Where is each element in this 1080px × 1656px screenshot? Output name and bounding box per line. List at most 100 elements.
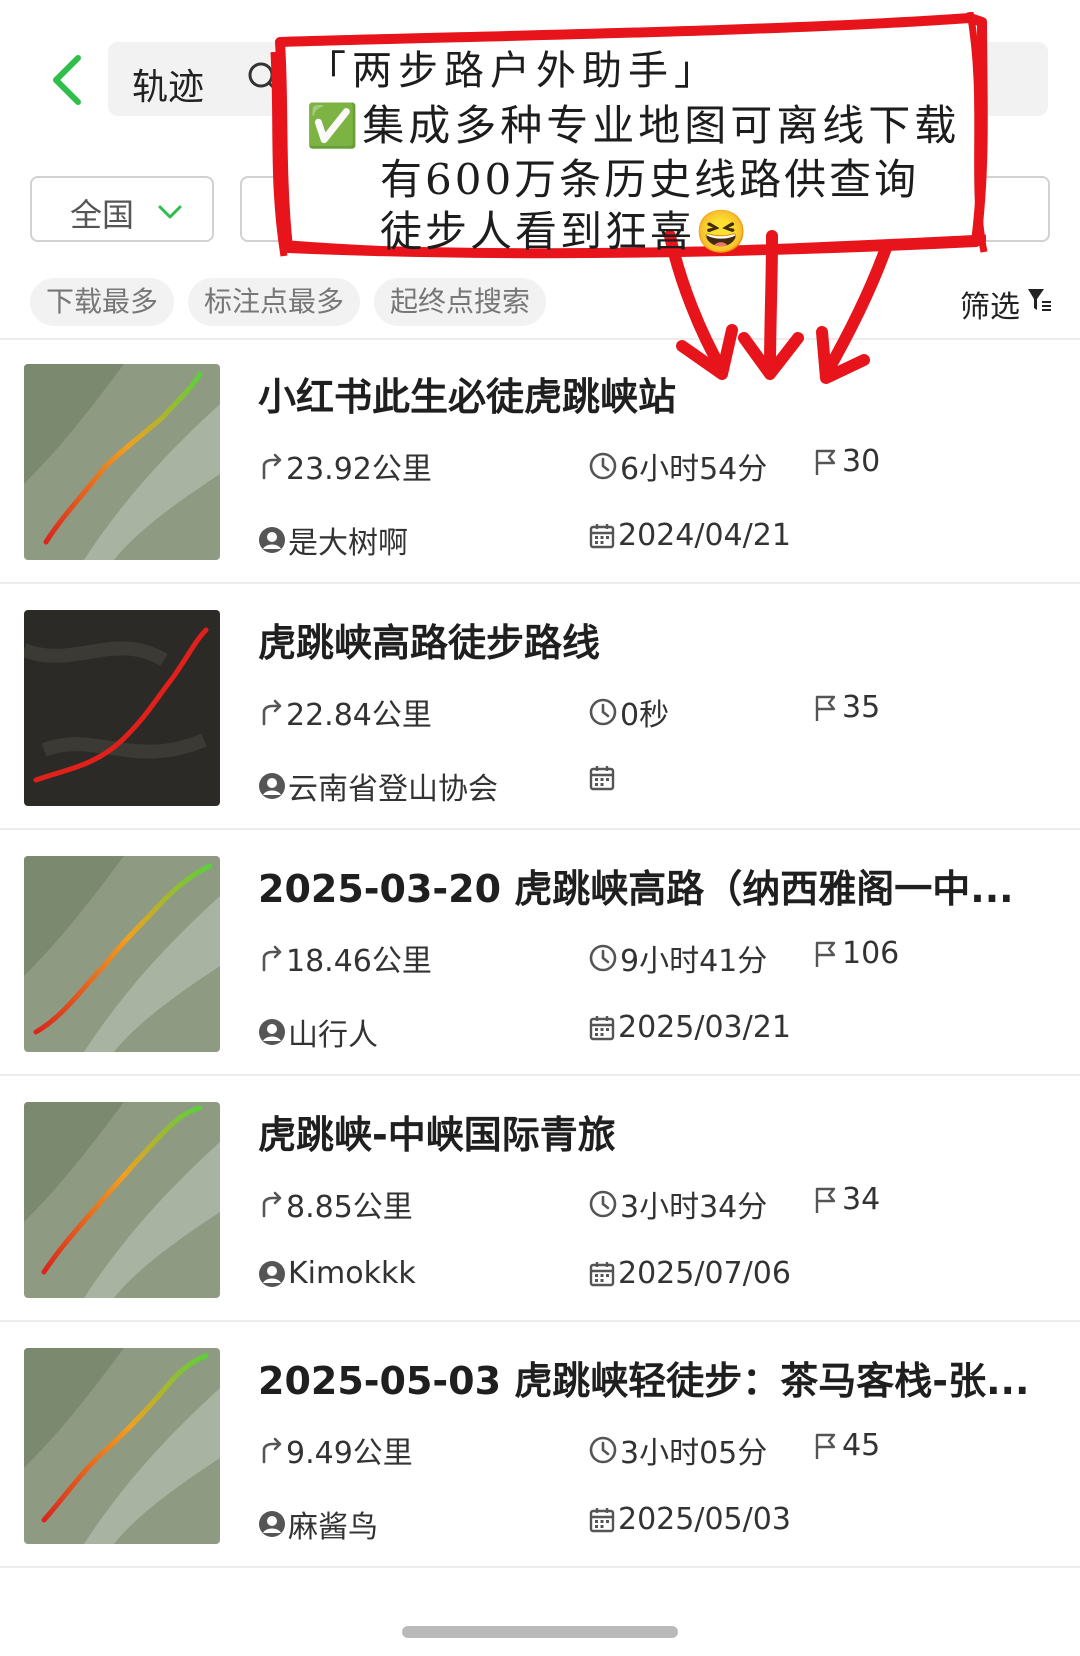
calendar-icon xyxy=(589,766,615,791)
track-duration: 3小时34分 xyxy=(588,1182,767,1226)
calendar-icon xyxy=(589,1507,615,1532)
track-markers: 45 xyxy=(812,1428,880,1463)
user-icon xyxy=(259,1511,285,1537)
track-list-item[interactable]: 虎跳峡高路徒步路线 22.84公里 0秒 35 云南省登山协会 xyxy=(0,584,1080,830)
region-select[interactable]: 全国 xyxy=(30,176,214,242)
flag-icon xyxy=(815,449,836,475)
track-map-thumbnail[interactable] xyxy=(24,1348,220,1544)
clock-icon xyxy=(589,1190,617,1218)
track-map-thumbnail[interactable] xyxy=(24,610,220,806)
track-list-item[interactable]: 虎跳峡-中峡国际青旅 8.85公里 3小时34分 34 Kimokkk 2025/07/0… xyxy=(0,1076,1080,1322)
date-value: 2025/05/03 xyxy=(618,1502,791,1537)
track-date xyxy=(588,764,618,792)
track-duration: 0秒 xyxy=(588,690,669,734)
distance-value: 8.85公里 xyxy=(286,1190,413,1225)
clock-icon xyxy=(589,452,617,480)
home-indicator[interactable] xyxy=(402,1626,678,1638)
user-icon xyxy=(259,1260,285,1287)
track-author[interactable]: 云南省登山协会 xyxy=(258,764,498,808)
track-distance: 8.85公里 xyxy=(258,1182,413,1226)
distance-value: 23.92公里 xyxy=(286,452,432,487)
distance-icon xyxy=(262,453,282,480)
clock-icon xyxy=(589,698,617,726)
item-divider xyxy=(0,1566,1080,1568)
track-author[interactable]: 麻酱鸟 xyxy=(258,1502,378,1546)
markers-value: 45 xyxy=(842,1428,881,1463)
track-title[interactable]: 虎跳峡高路徒步路线 xyxy=(258,612,1038,667)
flag-icon xyxy=(815,695,836,721)
track-map-thumbnail[interactable] xyxy=(24,856,220,1052)
track-markers: 35 xyxy=(812,690,880,725)
track-duration: 6小时54分 xyxy=(588,444,767,488)
clock-icon xyxy=(589,944,617,972)
duration-value: 3小时05分 xyxy=(620,1436,768,1471)
search-category-label: 轨迹 xyxy=(132,67,205,108)
duration-value: 9小时41分 xyxy=(620,944,768,979)
track-markers: 106 xyxy=(812,936,899,971)
distance-icon xyxy=(262,1437,282,1464)
track-date: 2025/03/21 xyxy=(588,1010,791,1045)
chip-most-downloads[interactable]: 下载最多 xyxy=(30,278,175,326)
distance-icon xyxy=(262,699,282,726)
track-list-item[interactable]: 2025-05-03 虎跳峡轻徒步：茶马客栈-张... 9.49公里 3小时05分 4… xyxy=(0,1322,1080,1568)
checkmark-icon: ✅ xyxy=(306,101,363,150)
distance-icon xyxy=(262,1191,282,1218)
annotation-line-2: ✅集成多种专业地图可离线下载 xyxy=(306,92,960,153)
track-markers: 34 xyxy=(812,1182,880,1217)
track-list: 小红书此生必徒虎跳峡站 23.92公里 6小时54分 30 是大树啊 2024/04/21… xyxy=(0,338,1080,1568)
user-icon xyxy=(259,527,285,553)
flag-icon xyxy=(815,1187,836,1213)
chevron-down-icon xyxy=(154,196,186,228)
author-name: Kimokkk xyxy=(288,1256,416,1291)
author-name: 山行人 xyxy=(288,1018,378,1053)
annotation-line-2-text: 集成多种专业地图可离线下载 xyxy=(362,101,961,150)
track-title[interactable]: 2025-05-03 虎跳峡轻徒步：茶马客栈-张... xyxy=(258,1350,1038,1405)
track-duration: 3小时05分 xyxy=(588,1428,767,1472)
track-distance: 22.84公里 xyxy=(258,690,432,734)
track-distance: 18.46公里 xyxy=(258,936,432,980)
markers-value: 34 xyxy=(842,1182,881,1217)
date-value: 2025/03/21 xyxy=(618,1010,791,1045)
track-map-thumbnail[interactable] xyxy=(24,1102,220,1298)
distance-value: 22.84公里 xyxy=(286,698,432,733)
track-list-item[interactable]: 2025-03-20 虎跳峡高路（纳西雅阁一中... 18.46公里 9小时41分 1… xyxy=(0,830,1080,1076)
track-title[interactable]: 虎跳峡-中峡国际青旅 xyxy=(258,1104,1038,1159)
track-markers: 30 xyxy=(812,444,880,479)
track-distance: 9.49公里 xyxy=(258,1428,413,1472)
distance-value: 18.46公里 xyxy=(286,944,432,979)
track-author[interactable]: Kimokkk xyxy=(258,1256,416,1291)
duration-value: 3小时34分 xyxy=(620,1190,768,1225)
track-date: 2025/05/03 xyxy=(588,1502,791,1537)
back-icon[interactable] xyxy=(46,50,90,110)
markers-value: 30 xyxy=(842,444,881,479)
flag-icon xyxy=(815,1433,836,1459)
calendar-icon xyxy=(589,1261,615,1286)
distance-icon xyxy=(262,945,282,972)
date-value: 2024/04/21 xyxy=(618,518,791,553)
distance-value: 9.49公里 xyxy=(286,1436,413,1471)
calendar-icon xyxy=(589,523,615,548)
annotation-line-1: 「两步路户外助手」 xyxy=(306,48,720,94)
track-distance: 23.92公里 xyxy=(258,444,432,488)
user-icon xyxy=(259,1019,285,1045)
track-author[interactable]: 山行人 xyxy=(258,1010,378,1054)
region-label: 全国 xyxy=(70,196,135,234)
track-author[interactable]: 是大树啊 xyxy=(258,518,408,562)
track-map-thumbnail[interactable] xyxy=(24,364,220,560)
user-icon xyxy=(259,773,285,799)
clock-icon xyxy=(589,1436,617,1464)
promo-annotation: 「两步路户外助手」 ✅集成多种专业地图可离线下载 有600万条历史线路供查询 徒… xyxy=(270,12,1050,412)
track-duration: 9小时41分 xyxy=(588,936,767,980)
author-name: 是大树啊 xyxy=(288,526,408,561)
track-title[interactable]: 2025-03-20 虎跳峡高路（纳西雅阁一中... xyxy=(258,858,1038,913)
flag-icon xyxy=(815,941,836,967)
annotation-line-4: 徒步人看到狂喜😆 xyxy=(380,207,751,256)
date-value: 2025/07/06 xyxy=(618,1256,791,1291)
author-name: 麻酱鸟 xyxy=(288,1510,378,1545)
markers-value: 106 xyxy=(842,936,900,971)
markers-value: 35 xyxy=(842,690,881,725)
track-date: 2024/04/21 xyxy=(588,518,791,553)
track-date: 2025/07/06 xyxy=(588,1256,791,1291)
calendar-icon xyxy=(589,1015,615,1040)
author-name: 云南省登山协会 xyxy=(288,772,498,807)
